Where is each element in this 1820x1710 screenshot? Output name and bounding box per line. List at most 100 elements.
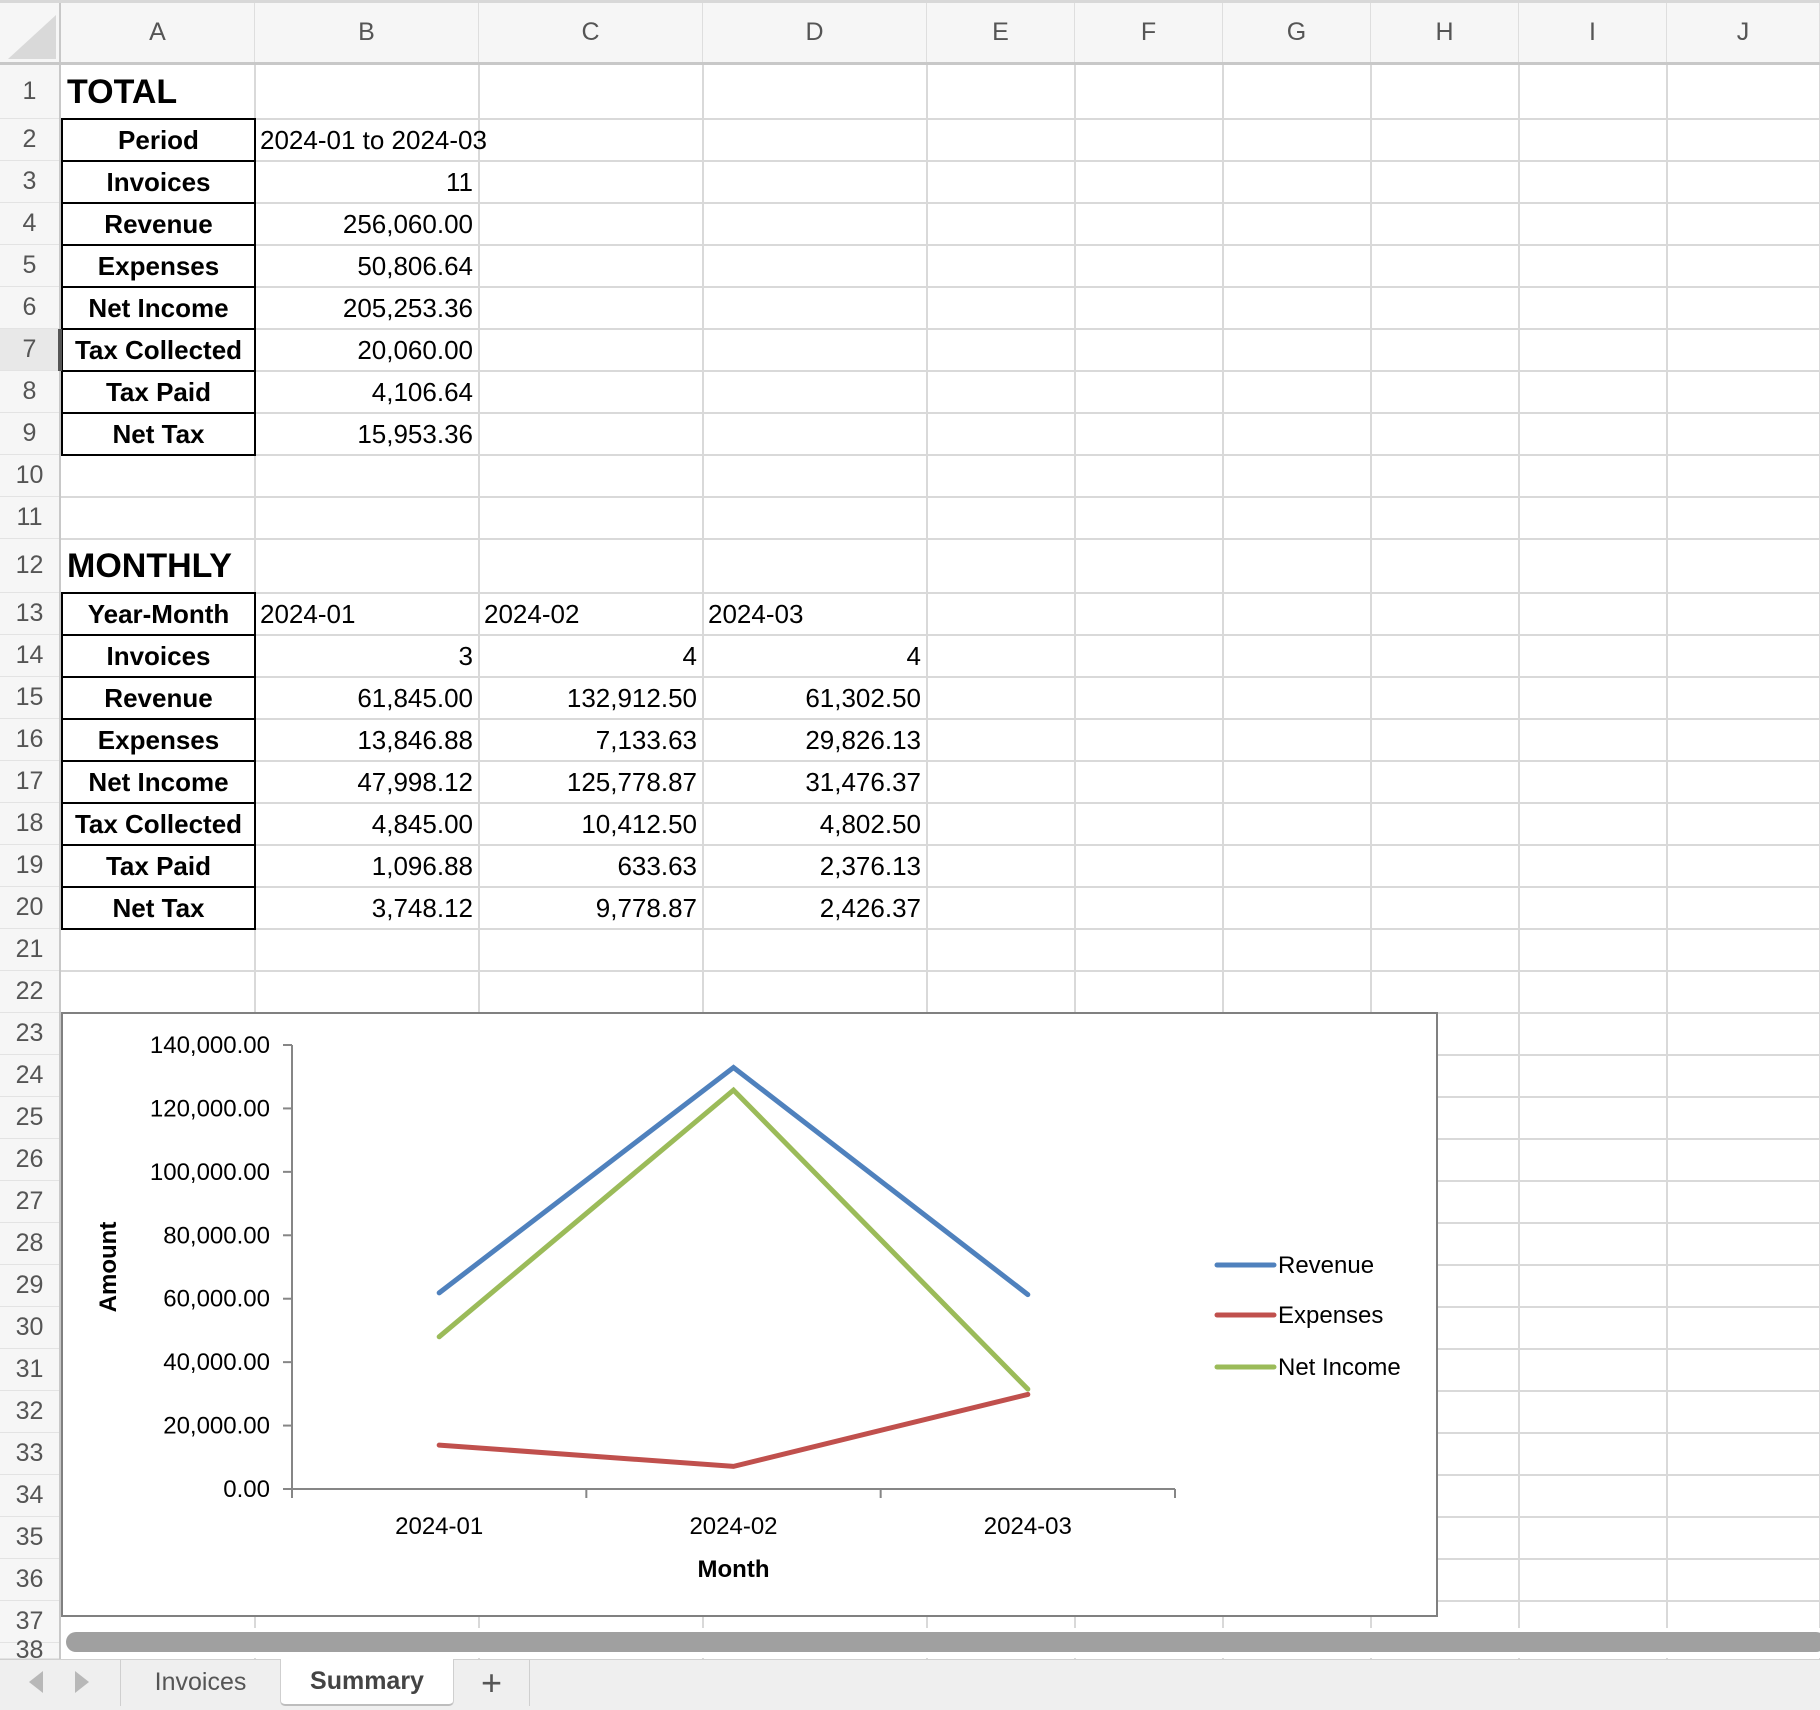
monthly-label-revenue[interactable]: Revenue [61, 676, 256, 720]
total-label-expenses[interactable]: Expenses [61, 244, 256, 288]
row-header-1[interactable]: 1 [0, 65, 59, 119]
monthly-value-cell[interactable]: 4 [703, 635, 927, 677]
row-header-38[interactable]: 38 [0, 1636, 59, 1664]
monthly-value-cell[interactable]: 3,748.12 [255, 887, 479, 929]
monthly-value-cell[interactable]: 4,845.00 [255, 803, 479, 845]
monthly-value-cell[interactable]: 2,426.37 [703, 887, 927, 929]
row-header-20[interactable]: 20 [0, 887, 59, 929]
column-header-h[interactable]: H [1371, 3, 1519, 62]
row-header-29[interactable]: 29 [0, 1265, 59, 1307]
total-value-tax-collected[interactable]: 20,060.00 [255, 329, 479, 371]
row-header-7[interactable]: 7 [0, 329, 59, 371]
row-header-26[interactable]: 26 [0, 1139, 59, 1181]
row-header-17[interactable]: 17 [0, 761, 59, 803]
monthly-value-cell[interactable]: 31,476.37 [703, 761, 927, 803]
row-header-8[interactable]: 8 [0, 371, 59, 413]
monthly-value-cell[interactable]: 13,846.88 [255, 719, 479, 761]
row-header-25[interactable]: 25 [0, 1097, 59, 1139]
monthly-value-cell[interactable]: 1,096.88 [255, 845, 479, 887]
scroll-tabs-right-icon[interactable] [75, 1671, 89, 1693]
row-header-14[interactable]: 14 [0, 635, 59, 677]
sheet-tab-invoices[interactable]: Invoices [120, 1659, 280, 1706]
monthly-value-cell[interactable]: 4,802.50 [703, 803, 927, 845]
monthly-value-cell[interactable]: 47,998.12 [255, 761, 479, 803]
add-sheet-button[interactable]: + [454, 1659, 530, 1706]
row-header-27[interactable]: 27 [0, 1181, 59, 1223]
row-header-34[interactable]: 34 [0, 1475, 59, 1517]
total-label-net-income[interactable]: Net Income [61, 286, 256, 330]
row-header-5[interactable]: 5 [0, 245, 59, 287]
column-header-e[interactable]: E [927, 3, 1075, 62]
total-label-tax-collected[interactable]: Tax Collected [61, 328, 256, 372]
row-header-18[interactable]: 18 [0, 803, 59, 845]
total-label-invoices[interactable]: Invoices [61, 160, 256, 204]
section-title-monthly[interactable]: MONTHLY [61, 539, 479, 593]
monthly-label-net-tax[interactable]: Net Tax [61, 886, 256, 930]
scroll-tabs-left-icon[interactable] [29, 1671, 43, 1693]
row-header-4[interactable]: 4 [0, 203, 59, 245]
row-header-13[interactable]: 13 [0, 593, 59, 635]
monthly-value-cell[interactable]: 61,302.50 [703, 677, 927, 719]
monthly-value-cell[interactable]: 9,778.87 [479, 887, 703, 929]
total-value-revenue[interactable]: 256,060.00 [255, 203, 479, 245]
row-header-11[interactable]: 11 [0, 497, 59, 539]
total-value-expenses[interactable]: 50,806.64 [255, 245, 479, 287]
row-header-12[interactable]: 12 [0, 539, 59, 593]
row-header-28[interactable]: 28 [0, 1223, 59, 1265]
row-header-15[interactable]: 15 [0, 677, 59, 719]
row-header-32[interactable]: 32 [0, 1391, 59, 1433]
column-header-i[interactable]: I [1519, 3, 1667, 62]
monthly-value-cell[interactable]: 2,376.13 [703, 845, 927, 887]
monthly-label-year-month[interactable]: Year-Month [61, 592, 256, 636]
monthly-label-tax-collected[interactable]: Tax Collected [61, 802, 256, 846]
row-header-2[interactable]: 2 [0, 119, 59, 161]
monthly-value-cell[interactable]: 29,826.13 [703, 719, 927, 761]
row-header-24[interactable]: 24 [0, 1055, 59, 1097]
select-all-corner[interactable] [0, 3, 61, 62]
row-header-36[interactable]: 36 [0, 1559, 59, 1601]
row-header-9[interactable]: 9 [0, 413, 59, 455]
total-value-invoices[interactable]: 11 [255, 161, 479, 203]
column-header-b[interactable]: B [255, 3, 479, 62]
monthly-value-cell[interactable]: 132,912.50 [479, 677, 703, 719]
total-value-tax-paid[interactable]: 4,106.64 [255, 371, 479, 413]
total-label-net-tax[interactable]: Net Tax [61, 412, 256, 456]
monthly-value-cell[interactable]: 10,412.50 [479, 803, 703, 845]
monthly-value-cell[interactable]: 3 [255, 635, 479, 677]
monthly-value-cell[interactable]: 4 [479, 635, 703, 677]
monthly-label-tax-paid[interactable]: Tax Paid [61, 844, 256, 888]
section-title-total[interactable]: TOTAL [61, 65, 479, 119]
row-header-3[interactable]: 3 [0, 161, 59, 203]
total-label-revenue[interactable]: Revenue [61, 202, 256, 246]
sheet-tab-summary[interactable]: Summary [280, 1659, 454, 1706]
row-header-31[interactable]: 31 [0, 1349, 59, 1391]
row-header-23[interactable]: 23 [0, 1013, 59, 1055]
row-header-22[interactable]: 22 [0, 971, 59, 1013]
total-value-net-income[interactable]: 205,253.36 [255, 287, 479, 329]
column-header-d[interactable]: D [703, 3, 927, 62]
line-chart[interactable]: 0.00 20,000.00 40,000.00 60,000.00 80,000.00… [61, 1012, 1438, 1617]
column-header-j[interactable]: J [1667, 3, 1820, 62]
total-value-net-tax[interactable]: 15,953.36 [255, 413, 479, 455]
monthly-month-header[interactable]: 2024-02 [479, 593, 703, 635]
row-header-35[interactable]: 35 [0, 1517, 59, 1559]
monthly-month-header[interactable]: 2024-01 [255, 593, 479, 635]
monthly-month-header[interactable]: 2024-03 [703, 593, 927, 635]
monthly-value-cell[interactable]: 7,133.63 [479, 719, 703, 761]
monthly-value-cell[interactable]: 61,845.00 [255, 677, 479, 719]
monthly-label-net-income[interactable]: Net Income [61, 760, 256, 804]
row-header-10[interactable]: 10 [0, 455, 59, 497]
monthly-label-expenses[interactable]: Expenses [61, 718, 256, 762]
horizontal-scrollbar-thumb[interactable] [66, 1632, 1820, 1652]
monthly-value-cell[interactable]: 125,778.87 [479, 761, 703, 803]
row-header-21[interactable]: 21 [0, 929, 59, 971]
row-header-6[interactable]: 6 [0, 287, 59, 329]
column-header-f[interactable]: F [1075, 3, 1223, 62]
total-label-tax-paid[interactable]: Tax Paid [61, 370, 256, 414]
monthly-value-cell[interactable]: 633.63 [479, 845, 703, 887]
row-header-30[interactable]: 30 [0, 1307, 59, 1349]
column-header-a[interactable]: A [61, 3, 255, 62]
row-header-19[interactable]: 19 [0, 845, 59, 887]
column-header-g[interactable]: G [1223, 3, 1371, 62]
column-header-c[interactable]: C [479, 3, 703, 62]
